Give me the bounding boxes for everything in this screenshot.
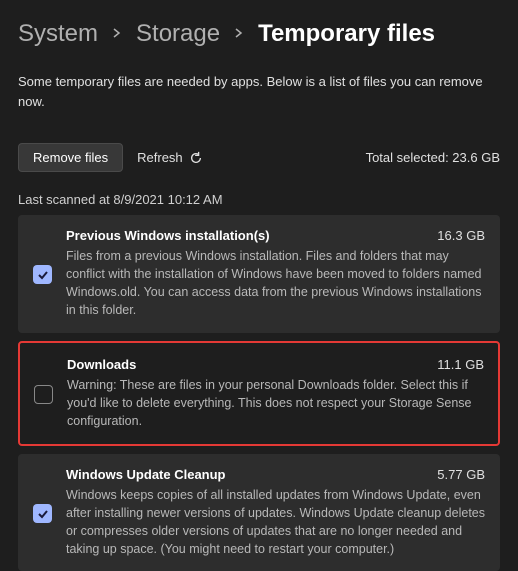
checkbox-previous-windows[interactable] — [33, 265, 52, 284]
toolbar: Remove files Refresh Total selected: 23.… — [18, 143, 500, 172]
breadcrumb-system[interactable]: System — [18, 20, 98, 48]
check-icon — [37, 269, 49, 281]
total-selected-label: Total selected: 23.6 GB — [366, 150, 500, 165]
breadcrumb-current: Temporary files — [258, 20, 435, 48]
check-icon — [37, 508, 49, 520]
chevron-right-icon — [234, 25, 244, 43]
item-title: Previous Windows installation(s) — [66, 228, 270, 243]
item-body: Downloads 11.1 GB Warning: These are fil… — [67, 357, 484, 430]
item-description: Warning: These are files in your persona… — [67, 376, 484, 430]
file-item-previous-windows[interactable]: Previous Windows installation(s) 16.3 GB… — [18, 215, 500, 333]
refresh-button[interactable]: Refresh — [137, 150, 203, 165]
breadcrumb-storage[interactable]: Storage — [136, 20, 220, 48]
chevron-right-icon — [112, 25, 122, 43]
breadcrumb: System Storage Temporary files — [18, 20, 500, 48]
item-size: 11.1 GB — [437, 357, 484, 372]
last-scanned-label: Last scanned at 8/9/2021 10:12 AM — [18, 192, 500, 207]
refresh-icon — [189, 151, 203, 165]
item-title: Downloads — [67, 357, 136, 372]
checkbox-windows-update[interactable] — [33, 504, 52, 523]
page-description: Some temporary files are needed by apps.… — [18, 72, 500, 111]
refresh-label: Refresh — [137, 150, 183, 165]
file-item-downloads[interactable]: Downloads 11.1 GB Warning: These are fil… — [18, 341, 500, 446]
item-body: Previous Windows installation(s) 16.3 GB… — [66, 228, 485, 320]
item-size: 16.3 GB — [437, 228, 485, 243]
item-body: Windows Update Cleanup 5.77 GB Windows k… — [66, 467, 485, 559]
checkbox-downloads[interactable] — [34, 385, 53, 404]
remove-files-button[interactable]: Remove files — [18, 143, 123, 172]
item-description: Windows keeps copies of all installed up… — [66, 486, 485, 559]
file-item-windows-update-cleanup[interactable]: Windows Update Cleanup 5.77 GB Windows k… — [18, 454, 500, 571]
item-title: Windows Update Cleanup — [66, 467, 226, 482]
item-size: 5.77 GB — [437, 467, 485, 482]
item-description: Files from a previous Windows installati… — [66, 247, 485, 320]
